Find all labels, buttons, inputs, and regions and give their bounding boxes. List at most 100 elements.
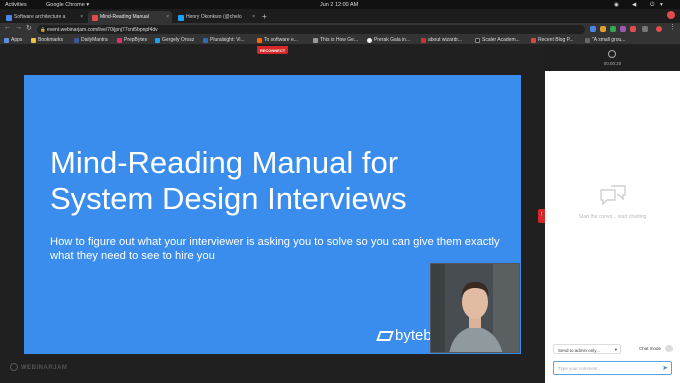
twitter-icon bbox=[155, 37, 160, 43]
system-top-bar: Activities Google Chrome ▾ Jun 2 12:00 A… bbox=[0, 0, 680, 9]
bookmark-label: PrepBytes bbox=[124, 37, 148, 43]
profile-avatar-icon[interactable] bbox=[656, 26, 662, 32]
send-icon[interactable]: ➤ bbox=[662, 364, 668, 372]
extension-icon[interactable] bbox=[630, 26, 636, 32]
bookmark-label: Apps bbox=[11, 37, 23, 43]
bookmark-label: Pluralsight: Vi... bbox=[210, 37, 245, 43]
bookmark-label: Prerak Gala in... bbox=[374, 37, 411, 43]
chat-mode-toggle[interactable] bbox=[665, 345, 673, 352]
chevron-down-icon: ▾ bbox=[614, 347, 617, 352]
bookmark-apps[interactable]: Apps bbox=[4, 37, 22, 43]
instagram-icon bbox=[117, 37, 122, 43]
bookmark-a-small-group[interactable]: "A small grou... bbox=[585, 37, 625, 43]
logo-text: byteb bbox=[395, 327, 432, 344]
facebook-icon bbox=[74, 37, 79, 43]
apps-grid-icon bbox=[4, 37, 9, 43]
github-icon bbox=[367, 37, 372, 43]
slide-subtitle: How to figure out what your interviewer … bbox=[50, 236, 500, 262]
webinarjam-brand: WEBINARJAM bbox=[10, 363, 67, 371]
bookmark-recent-blog[interactable]: Recent Blog P... bbox=[531, 37, 574, 43]
brand-footer-text: WEBINARJAM bbox=[21, 365, 68, 371]
reconnect-button[interactable]: RECONNECT bbox=[257, 46, 288, 54]
bookmark-label: "A small grou... bbox=[592, 37, 626, 43]
address-bar[interactable]: 🔒 event.webinarjam.com/live/70/jpnj77cnt… bbox=[37, 24, 585, 34]
chat-bubbles-icon bbox=[600, 185, 626, 206]
presenter-webcam bbox=[430, 263, 520, 353]
bookmark-bookmarks[interactable]: Bookmarks bbox=[31, 37, 63, 43]
slide-title: Mind-Reading Manual for System Design In… bbox=[50, 145, 407, 216]
tab-title: Henry Okonkwo (@chelo bbox=[186, 14, 242, 20]
url-text: event.webinarjam.com/live/70/jpnj77cnt5b… bbox=[47, 26, 158, 33]
tab-mind-reading-manual[interactable]: Mind-Reading Manual × bbox=[88, 11, 172, 23]
brand-logo: byteb bbox=[376, 327, 432, 344]
tab-software-architecture[interactable]: Software architecture a × bbox=[2, 11, 86, 23]
comment-input[interactable]: Type your comment... ➤ bbox=[553, 361, 672, 375]
close-icon[interactable]: × bbox=[80, 14, 83, 20]
app-menu[interactable]: Google Chrome ▾ bbox=[46, 2, 89, 8]
bookmark-label: To software e... bbox=[264, 37, 298, 43]
timer-header: 00:00:20 bbox=[545, 46, 680, 71]
bookmark-label: Gergely Orosz bbox=[162, 37, 195, 43]
bookmark-dailymantra[interactable]: DailyMantra bbox=[74, 37, 108, 43]
extension-icon[interactable] bbox=[610, 26, 616, 32]
close-icon[interactable]: × bbox=[252, 14, 255, 20]
activities-button[interactable]: Activities bbox=[5, 2, 27, 8]
clock-icon bbox=[608, 50, 616, 58]
bookmark-gergely-orosz[interactable]: Gergely Orosz bbox=[155, 37, 194, 43]
webinarjam-logo-icon bbox=[10, 363, 18, 371]
bookmark-label: Scaler Academ... bbox=[482, 37, 520, 43]
code-icon bbox=[313, 37, 318, 43]
bookmark-scaler-academy[interactable]: Scaler Academ... bbox=[475, 37, 520, 43]
presenter-video bbox=[431, 264, 519, 352]
bookmark-label: Bookmarks bbox=[38, 37, 64, 43]
bookmark-favicon-icon bbox=[257, 37, 262, 43]
chat-mode-label: Chat mode bbox=[639, 346, 662, 351]
forward-icon[interactable]: → bbox=[15, 24, 22, 31]
lock-icon: 🔒 bbox=[40, 26, 46, 32]
tab-favicon-icon bbox=[92, 14, 98, 21]
window-close-icon[interactable] bbox=[667, 11, 675, 19]
presentation-stage: RECONNECT Mind-Reading Manual for System… bbox=[0, 46, 545, 383]
network-icon[interactable]: ◉ bbox=[614, 2, 619, 8]
extension-icon[interactable] bbox=[600, 26, 606, 32]
tab-favicon-icon bbox=[178, 14, 184, 21]
volume-icon[interactable]: ◀ bbox=[632, 2, 636, 8]
bookmark-about-wizardr[interactable]: about wizardr... bbox=[421, 37, 462, 43]
bookmark-favicon-icon bbox=[585, 37, 590, 43]
star-icon bbox=[31, 37, 36, 43]
reload-icon[interactable]: ↻ bbox=[26, 24, 32, 32]
power-icon[interactable]: ⏻ bbox=[650, 2, 654, 9]
clock-text[interactable]: Jun 2 12:00 AM bbox=[320, 2, 358, 8]
extension-icon[interactable] bbox=[620, 26, 626, 32]
bookmark-favicon-icon bbox=[475, 37, 480, 43]
tab-henry-okonkwo[interactable]: Henry Okonkwo (@chelo × bbox=[174, 11, 258, 23]
tab-title: Software architecture a bbox=[14, 14, 66, 20]
extension-icon[interactable] bbox=[590, 26, 596, 32]
new-tab-button[interactable]: + bbox=[262, 12, 267, 21]
extension-icon[interactable] bbox=[642, 26, 648, 32]
linkedin-icon bbox=[203, 37, 208, 43]
tab-title: Mind-Reading Manual bbox=[100, 14, 149, 20]
bookmark-to-software[interactable]: To software e... bbox=[257, 37, 298, 43]
tab-favicon-icon bbox=[6, 14, 12, 21]
bookmark-pluralsight[interactable]: Pluralsight: Vi... bbox=[203, 37, 245, 43]
menu-dots-icon[interactable]: ⋮ bbox=[669, 23, 676, 31]
back-icon[interactable]: ← bbox=[4, 24, 11, 31]
alert-tab[interactable]: ! bbox=[538, 209, 545, 223]
close-icon[interactable]: × bbox=[166, 14, 169, 20]
bookmark-prerak-gala[interactable]: Prerak Gala in... bbox=[367, 37, 410, 43]
comment-placeholder: Type your comment... bbox=[558, 366, 602, 371]
chat-sidebar: 00:00:20 ! Start the convo... start chat… bbox=[538, 46, 680, 383]
bookmark-label: This is How Ge... bbox=[320, 37, 359, 43]
bookmark-prepbytes[interactable]: PrepBytes bbox=[117, 37, 147, 43]
send-to-value: Send to admin only... bbox=[558, 347, 600, 353]
bookmark-this-is-how[interactable]: This is How Ge... bbox=[313, 37, 358, 43]
address-row: ← → ↻ 🔒 event.webinarjam.com/live/70/jpn… bbox=[0, 23, 680, 35]
chevron-down-icon[interactable]: ▾ bbox=[660, 2, 663, 8]
bookmarks-bar: Apps Bookmarks DailyMantra PrepBytes Ger… bbox=[0, 35, 680, 45]
send-to-select[interactable]: Send to admin only... ▾ bbox=[553, 344, 621, 354]
bookmark-label: about wizardr... bbox=[428, 37, 462, 43]
bookmark-label: Recent Blog P... bbox=[538, 37, 574, 43]
app-menu-label: Google Chrome bbox=[46, 1, 85, 8]
tab-strip: Software architecture a × Mind-Reading M… bbox=[0, 9, 680, 23]
